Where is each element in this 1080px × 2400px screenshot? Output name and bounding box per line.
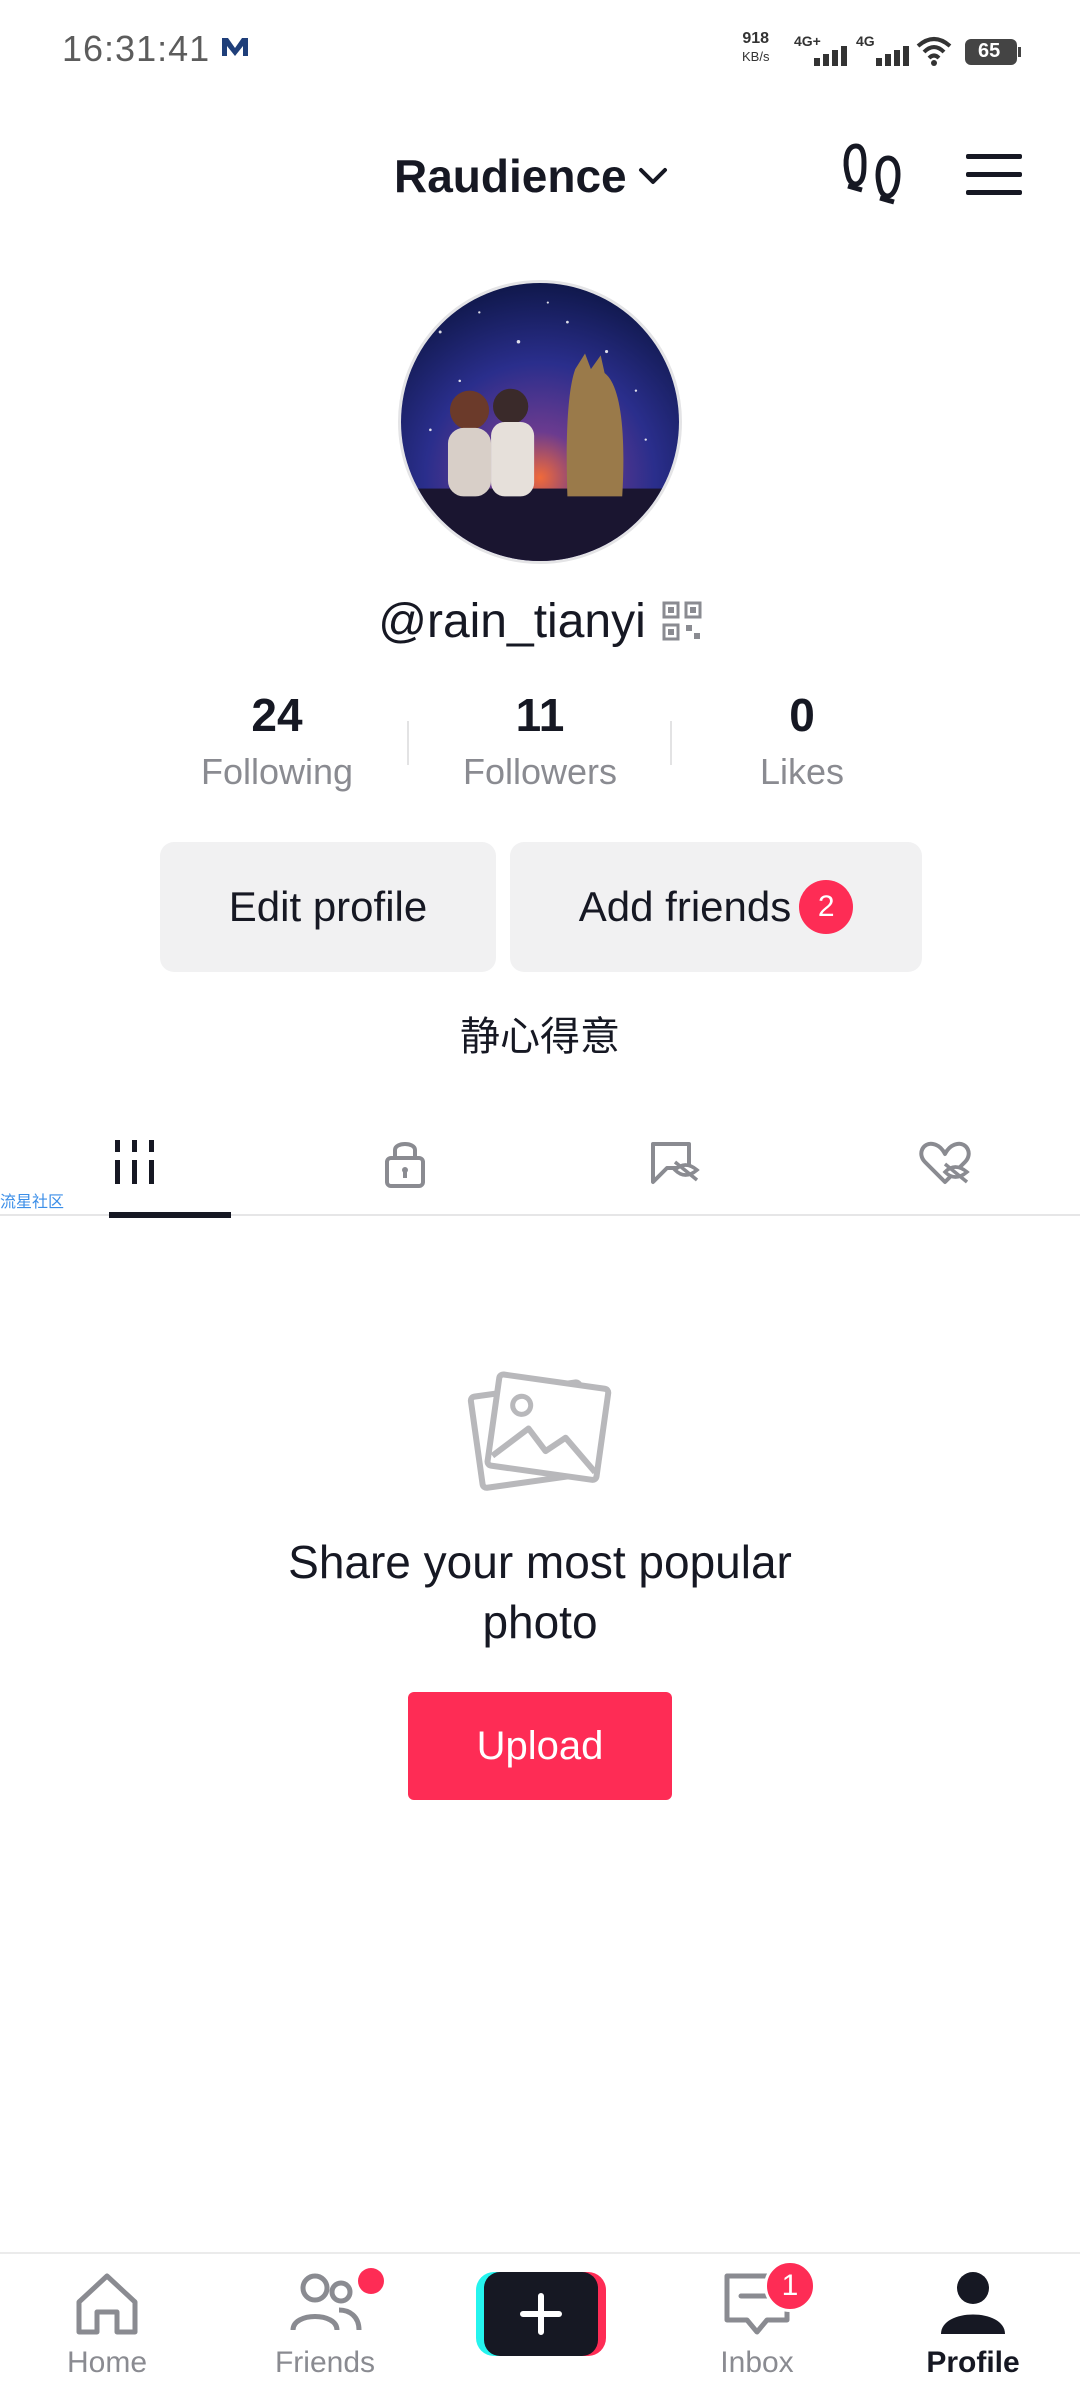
nav-inbox-label: Inbox <box>720 2346 794 2379</box>
stat-followers[interactable]: 11 Followers <box>420 685 660 793</box>
nav-home[interactable]: Home <box>22 2268 192 2398</box>
profile-stats: 24 Following 11 Followers 0 Likes <box>0 685 1080 805</box>
signal-4g-plus-icon: 4G+ <box>794 33 847 66</box>
edit-profile-button[interactable]: Edit profile <box>160 842 496 972</box>
nav-profile[interactable]: Profile <box>888 2268 1058 2398</box>
svg-text:4G: 4G <box>856 33 875 49</box>
profile-header: Raudience <box>0 130 1080 226</box>
stat-following[interactable]: 24 Following <box>157 685 397 793</box>
avatar-image <box>401 283 679 561</box>
stat-label: Following <box>200 751 354 792</box>
network-speed: 918 KB/s <box>742 30 770 64</box>
add-friends-label: Add friends <box>578 883 792 930</box>
handle-row: @rain_tianyi <box>0 588 1080 654</box>
photo-placeholder-icon <box>467 1371 612 1491</box>
nav-friends[interactable]: Friends <box>240 2268 410 2398</box>
wifi-icon <box>916 37 952 66</box>
tab-reposts[interactable] <box>575 1112 775 1216</box>
svg-text:4G+: 4G+ <box>794 33 821 49</box>
watermark-text: 流星社区 <box>0 1194 65 1211</box>
menu-icon[interactable] <box>964 150 1024 200</box>
add-friends-badge: 2 <box>799 880 854 934</box>
stat-value: 0 <box>789 689 815 741</box>
qr-code-icon[interactable] <box>662 601 702 641</box>
status-time: 16:31:41 <box>62 28 211 69</box>
edit-profile-label: Edit profile <box>228 883 428 930</box>
profile-bio: 静心得意 <box>460 1014 620 1060</box>
stat-likes[interactable]: 0 Likes <box>682 685 922 793</box>
home-icon <box>76 2273 138 2335</box>
lock-icon <box>385 1142 425 1188</box>
mail-notification-icon <box>222 38 248 56</box>
username-handle: @rain_tianyi <box>378 594 646 648</box>
stat-value: 24 <box>251 689 303 741</box>
nav-profile-label: Profile <box>926 2346 1020 2379</box>
avatar[interactable] <box>398 280 682 564</box>
stat-divider <box>407 721 409 765</box>
profile-tabs <box>0 1112 1080 1218</box>
add-friends-button[interactable]: Add friends 2 <box>510 842 922 972</box>
chevron-down-icon <box>638 168 667 184</box>
friends-notification-dot <box>358 2268 384 2294</box>
liked-hidden-icon <box>919 1141 971 1184</box>
profile-icon <box>941 2272 1005 2334</box>
tab-videos[interactable] <box>35 1112 235 1218</box>
inbox-badge: 1 <box>764 2260 816 2312</box>
upload-label: Upload <box>476 1723 604 1768</box>
stat-label: Likes <box>759 751 845 792</box>
tab-private[interactable] <box>305 1112 505 1216</box>
bottom-navigation: Home Friends Inbox 1 Profile <box>0 2252 1080 2400</box>
stat-label: Followers <box>462 751 618 792</box>
nav-home-label: Home <box>66 2346 148 2379</box>
stat-value: 11 <box>515 689 565 741</box>
empty-state-title: Share your most popular photo <box>288 1536 792 1648</box>
friends-icon <box>290 2273 362 2331</box>
tab-liked[interactable] <box>845 1112 1045 1216</box>
nav-inbox[interactable]: Inbox 1 <box>672 2260 842 2398</box>
upload-button[interactable]: Upload <box>408 1692 672 1800</box>
reposts-hidden-icon <box>651 1142 700 1184</box>
account-name: Raudience <box>394 150 627 202</box>
nav-friends-label: Friends <box>274 2346 376 2379</box>
status-bar: 16:31:41 918 KB/s 4G+ 4G 65 <box>0 0 1080 100</box>
account-switcher[interactable]: Raudience <box>394 144 671 208</box>
stat-divider <box>670 721 672 765</box>
create-video-button[interactable] <box>476 2272 606 2356</box>
footprints-icon[interactable] <box>842 140 908 210</box>
battery-level: 65 <box>978 40 1001 62</box>
battery-icon: 65 <box>964 38 1022 66</box>
signal-4g-icon: 4G <box>856 33 909 66</box>
tab-active-indicator <box>109 1212 231 1218</box>
grid-icon <box>115 1140 154 1184</box>
